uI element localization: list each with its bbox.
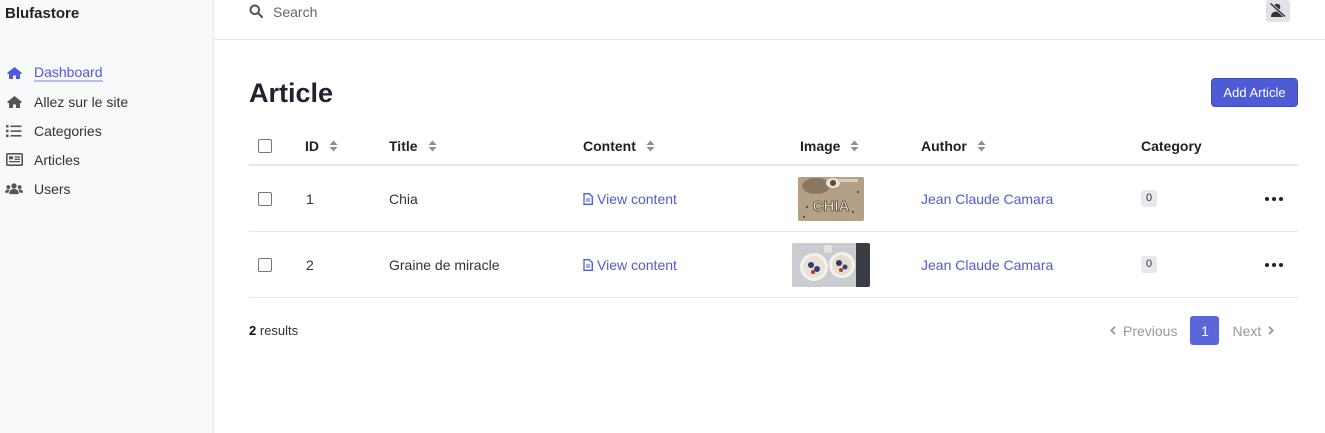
user-slash-icon	[1269, 1, 1287, 21]
topbar: Search	[214, 0, 1325, 40]
bowls-image[interactable]	[792, 242, 870, 287]
category-count-badge: 0	[1141, 190, 1158, 207]
column-header-label: Author	[921, 138, 967, 154]
select-all-checkbox[interactable]	[258, 139, 272, 153]
sidebar-item-label: Dashboard	[34, 63, 103, 82]
home-icon	[5, 94, 23, 110]
column-header-author[interactable]: Author	[921, 128, 986, 164]
table-header-row: ID Title Content Image Author Category	[249, 128, 1298, 166]
page-title: Article	[249, 78, 334, 108]
more-options-icon[interactable]	[1265, 262, 1283, 267]
sort-icon	[977, 140, 986, 152]
select-all-cell	[258, 128, 272, 164]
sidebar-item-dashboard[interactable]: Dashboard	[5, 58, 128, 87]
results-label: results	[259, 323, 299, 338]
avatar[interactable]	[1266, 0, 1290, 22]
cell-title: Graine de miracle	[389, 256, 500, 273]
column-header-content[interactable]: Content	[583, 128, 655, 164]
cell-author[interactable]: Jean Claude Camara	[921, 166, 1053, 231]
sidebar-item-label: Users	[34, 180, 71, 197]
view-content-label: View content	[597, 190, 677, 207]
svg-text:CHIA: CHIA	[813, 198, 850, 215]
cell-image: CHIA	[798, 166, 864, 231]
cell-category: 0	[1141, 166, 1158, 231]
cell-content: View content	[583, 232, 677, 297]
next-label: Next	[1232, 322, 1262, 339]
sidebar-item-users[interactable]: Users	[5, 174, 128, 203]
sort-icon	[850, 140, 859, 152]
cell-category: 0	[1141, 232, 1158, 297]
row-checkbox[interactable]	[258, 191, 272, 206]
row-select-cell	[258, 232, 272, 297]
row-select-cell	[258, 166, 272, 231]
sidebar-item-label: Articles	[34, 151, 80, 168]
chia-seeds-image[interactable]: CHIA	[798, 176, 864, 221]
view-content-label: View content	[597, 256, 677, 273]
cell-image	[792, 232, 870, 297]
cell-title: Chia	[389, 190, 418, 207]
row-actions	[1265, 232, 1283, 297]
column-header-label: ID	[305, 138, 319, 154]
sidebar-item-label: Categories	[34, 122, 102, 139]
file-icon	[583, 192, 593, 205]
add-article-button[interactable]: Add Article	[1211, 78, 1298, 107]
column-header-label: Category	[1141, 138, 1202, 154]
sidebar: Blufastore Dashboard Allez sur le site C…	[0, 0, 214, 433]
cell-id: 1	[306, 190, 314, 207]
view-content-link[interactable]: View content	[583, 191, 677, 207]
search-placeholder: Search	[273, 4, 318, 20]
sidebar-item-articles[interactable]: Articles	[5, 145, 128, 174]
chevron-right-icon	[1268, 326, 1275, 335]
search-input[interactable]: Search	[249, 3, 317, 21]
previous-label: Previous	[1123, 322, 1178, 339]
previous-page-button[interactable]: Previous	[1110, 323, 1177, 339]
more-options-icon[interactable]	[1265, 196, 1283, 201]
sidebar-item-allez-sur-le-site[interactable]: Allez sur le site	[5, 87, 128, 116]
table-row: 1 Chia View content CHIA Jean Claude Cam…	[249, 166, 1298, 232]
column-header-category: Category	[1141, 128, 1202, 164]
next-page-button[interactable]: Next	[1232, 322, 1275, 339]
table-row: 2 Graine de miracle View content Jean Cl…	[249, 232, 1298, 298]
list-icon	[5, 123, 23, 139]
sort-icon	[646, 140, 655, 152]
row-checkbox[interactable]	[258, 257, 272, 272]
page-number-button[interactable]: 1	[1190, 316, 1220, 345]
sidebar-item-categories[interactable]: Categories	[5, 116, 128, 145]
sidebar-item-label: Allez sur le site	[34, 93, 129, 110]
view-content-link[interactable]: View content	[583, 257, 677, 273]
row-actions	[1265, 166, 1283, 231]
newspaper-icon	[5, 152, 23, 168]
results-count: 2	[249, 323, 257, 338]
brand-name[interactable]: Blufastore	[5, 5, 79, 22]
search-icon	[249, 4, 264, 21]
column-header-image[interactable]: Image	[800, 128, 859, 164]
file-icon	[583, 258, 593, 271]
cell-content: View content	[583, 166, 677, 231]
sidebar-nav: Dashboard Allez sur le site Categories A…	[5, 58, 128, 203]
results-summary: 2 results	[249, 323, 298, 338]
cell-id: 2	[306, 256, 314, 273]
sort-icon	[428, 140, 437, 152]
column-header-label: Image	[800, 138, 841, 154]
home-icon	[5, 65, 23, 81]
column-header-label: Title	[389, 138, 418, 154]
column-header-label: Content	[583, 138, 636, 154]
pagination: Previous 1 Next	[1110, 316, 1275, 345]
column-header-id[interactable]: ID	[305, 128, 338, 164]
column-header-title[interactable]: Title	[389, 128, 437, 164]
articles-table: ID Title Content Image Author Category 1…	[249, 128, 1298, 298]
sort-icon	[329, 140, 338, 152]
cell-author[interactable]: Jean Claude Camara	[921, 232, 1053, 297]
chevron-left-icon	[1110, 326, 1116, 335]
users-icon	[5, 181, 23, 197]
category-count-badge: 0	[1141, 256, 1158, 273]
